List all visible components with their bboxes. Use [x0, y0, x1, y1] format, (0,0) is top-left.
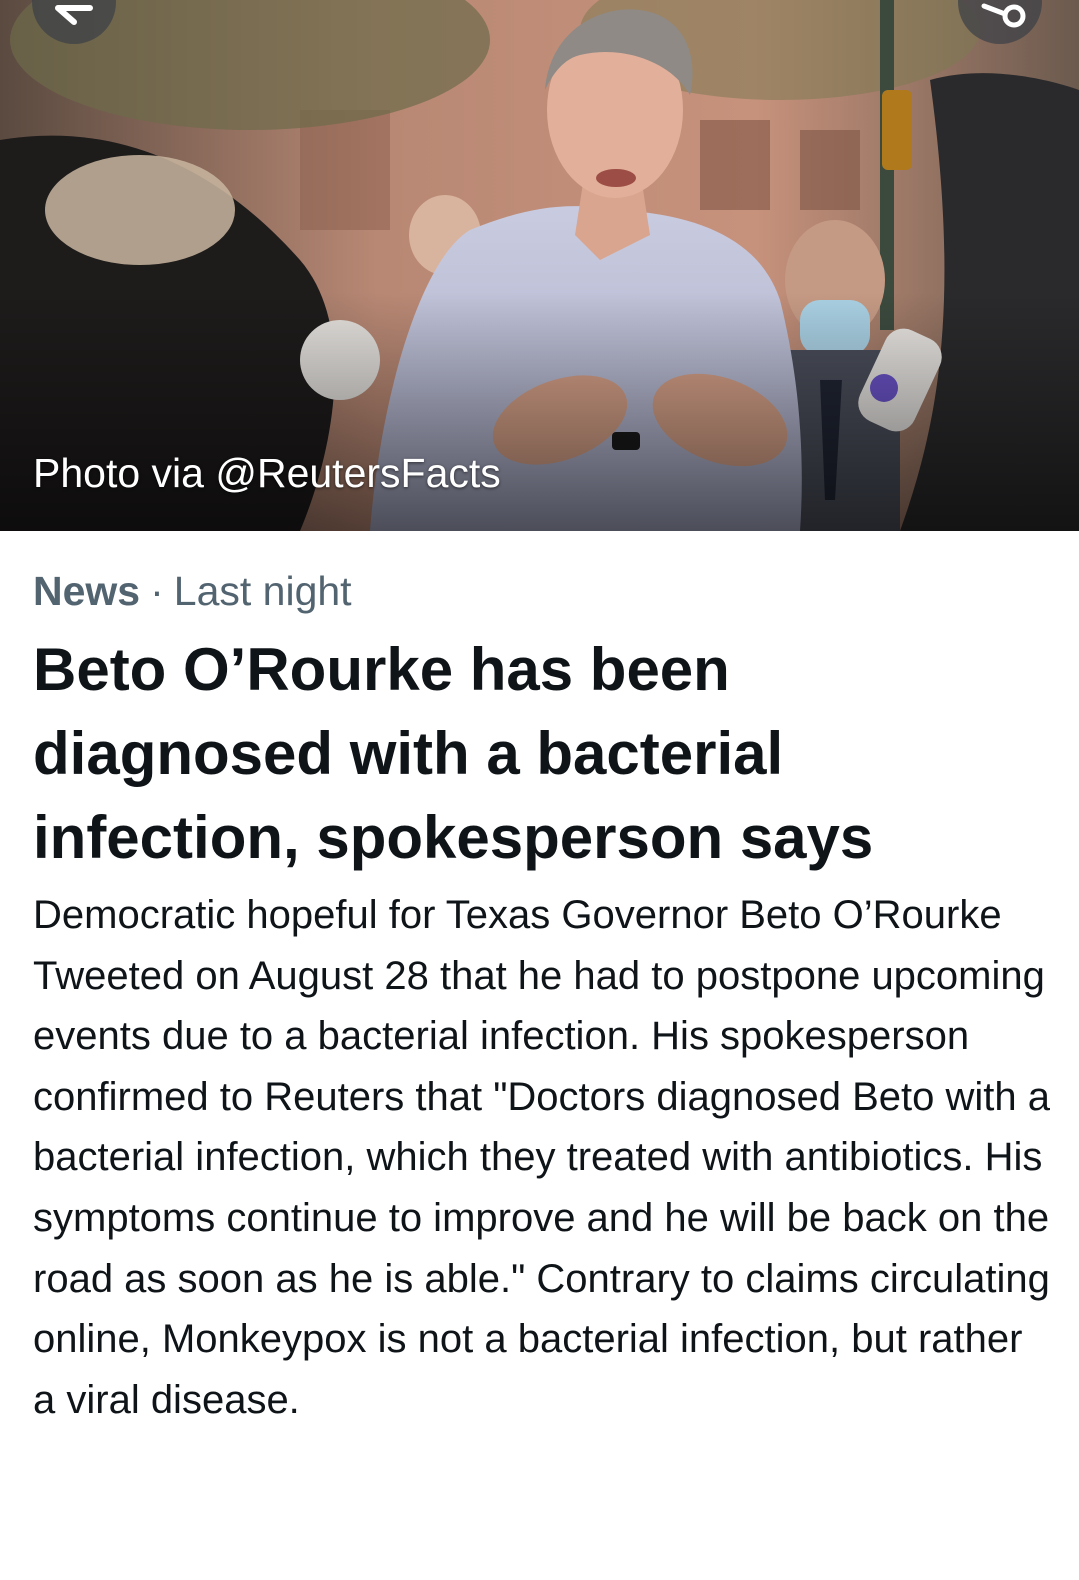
article-headline: Beto O’Rourke has been diagnosed with a …	[33, 636, 874, 871]
back-arrow-icon	[55, 5, 93, 25]
share-icon	[981, 3, 1026, 28]
article-meta: News · Last night	[33, 566, 352, 616]
timestamp: Last night	[173, 568, 352, 614]
article-body: Democratic hopeful for Texas Governor Be…	[33, 893, 1050, 1422]
category-label: News	[33, 568, 141, 614]
hero-photo[interactable]: Photo via @ReutersFacts	[0, 0, 1079, 531]
news-article-page: Photo via @ReutersFacts News · Last night …	[0, 0, 1079, 1580]
back-button[interactable]	[32, 0, 116, 44]
meta-separator: ·	[150, 568, 164, 614]
share-button[interactable]	[958, 0, 1042, 44]
photo-credit-caption: Photo via @ReutersFacts	[33, 450, 501, 496]
